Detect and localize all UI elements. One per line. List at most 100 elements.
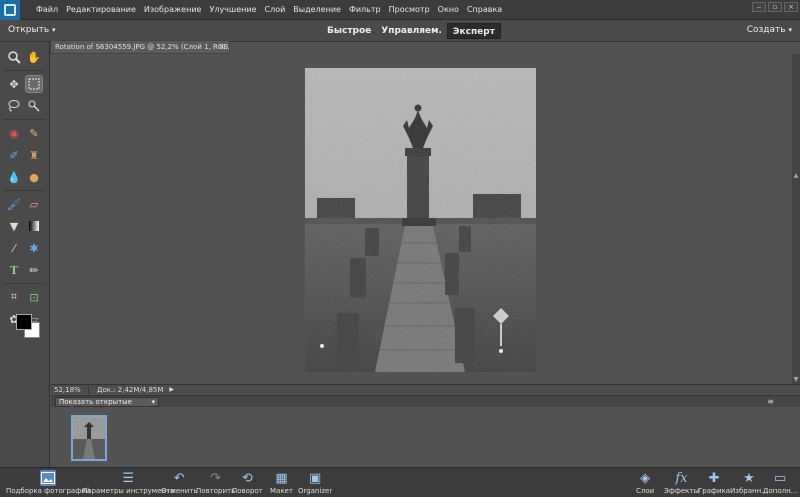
app-logo-icon [0, 0, 20, 20]
menu-select[interactable]: Выделение [289, 5, 345, 14]
color-swatches[interactable] [14, 312, 42, 340]
lasso-tool-icon[interactable] [6, 98, 22, 114]
type-tool-icon[interactable]: T [6, 262, 22, 278]
menu-image[interactable]: Изображение [140, 5, 206, 14]
paint-bucket-icon[interactable]: ▼ [6, 218, 22, 234]
clone-stamp-icon[interactable]: ♜ [26, 147, 42, 163]
menu-file[interactable]: Файл [32, 5, 62, 14]
organizer-icon: ▣ [308, 470, 322, 486]
tools-panel: ✋ ✥ ◉ ✎ ✐ ♜ 💧 ● 🖌 ▱ ▼ ⁄ ✱ T ✏ ⌗ ⊡ ✿ ⏥ [0, 42, 50, 472]
show-open-files-dropdown[interactable]: Показать открытые файлы ▾ [55, 397, 159, 414]
photo-bin-label: Подборка фотографий [6, 487, 91, 495]
eraser-tool-icon[interactable]: ▱ [26, 196, 42, 212]
close-window-button[interactable]: × [784, 2, 798, 12]
more-icon: ▭ [774, 470, 787, 486]
undo-label: Отменить [161, 487, 198, 495]
pencil-tool-icon[interactable]: ✏ [26, 262, 42, 278]
blur-tool-icon[interactable]: 💧 [6, 169, 22, 185]
layers-label: Слои [636, 487, 655, 495]
menu-enhance[interactable]: Улучшение [205, 5, 260, 14]
graphics-button[interactable]: ✚ Графика [698, 470, 731, 496]
menu-help[interactable]: Справка [463, 5, 506, 14]
mode-guided[interactable]: Управляем. [376, 23, 447, 39]
chevron-down-icon: ▾ [788, 26, 792, 34]
document-tab[interactable]: Rotation of S6304559.JPG @ 52,2% (Слой 1… [50, 40, 230, 54]
close-icon[interactable]: × [218, 41, 225, 53]
create-button-label: Создать [746, 25, 786, 35]
rotate-icon: ⟲ [241, 470, 253, 486]
photo-bin-header: Показать открытые файлы ▾ ≡ [51, 395, 800, 414]
open-button[interactable]: Открыть ▾ [8, 25, 56, 35]
menu-layer[interactable]: Слой [261, 5, 290, 14]
crop-tool-icon[interactable]: ⌗ [6, 289, 22, 305]
sponge-tool-icon[interactable]: ● [26, 169, 42, 185]
menu-edit[interactable]: Редактирование [62, 5, 140, 14]
effects-icon: fx [675, 470, 688, 486]
chevron-down-icon: ▾ [151, 398, 155, 406]
organizer-label: Organizer [298, 487, 333, 495]
redo-label: Повторить [196, 487, 236, 495]
red-eye-tool-icon[interactable]: ◉ [6, 125, 22, 141]
effects-label: Эффекты [664, 487, 699, 495]
more-label: Дополн... [763, 487, 798, 495]
rotate-button[interactable]: ⟲ Поворот [232, 470, 263, 496]
document-tab-title: Rotation of S6304559.JPG @ 52,2% (Слой 1… [55, 43, 230, 51]
canvas-area[interactable] [51, 54, 792, 384]
healing-brush-icon[interactable]: ✎ [26, 125, 42, 141]
layout-icon: ▦ [275, 470, 288, 486]
document-size[interactable]: Док.: 2,42M/4,85M [89, 386, 163, 394]
graphics-icon: ✚ [708, 470, 720, 486]
photo-bin [51, 407, 800, 467]
layout-label: Макет [270, 487, 293, 495]
smart-brush-icon[interactable]: ✐ [6, 147, 22, 163]
document-image[interactable] [305, 68, 536, 372]
menu-view[interactable]: Просмотр [385, 5, 434, 14]
menu-window[interactable]: Окно [434, 5, 463, 14]
photo-bin-button[interactable]: Подборка фотографий [6, 470, 90, 495]
zoom-tool-icon[interactable] [6, 49, 22, 65]
menu-bar: Файл Редактирование Изображение Улучшени… [0, 0, 800, 20]
tool-options-icon: ☰ [122, 470, 134, 486]
custom-shape-tool-icon[interactable]: ✱ [26, 240, 42, 256]
undo-icon: ↶ [173, 470, 185, 486]
layout-button[interactable]: ▦ Макет [270, 470, 293, 496]
photo-bin-icon [40, 470, 57, 486]
eyedropper-tool-icon[interactable]: ⁄ [6, 240, 22, 256]
open-file-thumbnail[interactable] [71, 415, 107, 461]
status-menu-icon[interactable]: ▶ [169, 386, 174, 393]
create-button[interactable]: Создать ▾ [747, 25, 792, 35]
mode-quick[interactable]: Быстрое [322, 23, 376, 39]
vertical-scrollbar[interactable]: ▲ ▼ [792, 54, 800, 384]
brush-tool-icon[interactable]: 🖌 [6, 196, 22, 212]
maximize-button[interactable]: ▫ [768, 2, 782, 12]
minimize-button[interactable]: ‒ [752, 2, 766, 12]
move-tool-icon[interactable]: ✥ [6, 76, 22, 92]
gradient-tool-icon[interactable] [26, 218, 42, 234]
chevron-down-icon: ▾ [52, 26, 56, 34]
bin-menu-icon[interactable]: ≡ [767, 397, 774, 406]
menu-filter[interactable]: Фильтр [345, 5, 385, 14]
favorites-icon: ★ [743, 470, 755, 486]
zoom-field[interactable]: 52,18% [51, 385, 89, 394]
layers-button[interactable]: ◈ Слои [636, 470, 655, 496]
status-bar: 52,18% Док.: 2,42M/4,85M ▶ [51, 384, 800, 394]
redo-button[interactable]: ↷ Повторить [196, 470, 236, 496]
effects-button[interactable]: fx Эффекты [664, 470, 699, 496]
rotate-label: Поворот [232, 487, 263, 495]
mode-expert[interactable]: Эксперт [446, 23, 501, 39]
recompose-tool-icon[interactable]: ⊡ [26, 289, 42, 305]
mode-bar: Открыть ▾ Быстрое Управляем. Эксперт Соз… [0, 20, 800, 42]
foreground-color-swatch[interactable] [16, 314, 32, 330]
graphics-label: Графика [698, 487, 731, 495]
scroll-down-icon[interactable]: ▼ [792, 376, 800, 384]
open-button-label: Открыть [8, 25, 50, 35]
more-button[interactable]: ▭ Дополн... [763, 470, 798, 496]
quick-selection-tool-icon[interactable] [26, 98, 42, 114]
scroll-up-icon[interactable]: ▲ [792, 172, 800, 180]
redo-icon: ↷ [210, 470, 222, 486]
undo-button[interactable]: ↶ Отменить [161, 470, 198, 496]
mode-switcher: Быстрое Управляем. Эксперт [322, 23, 501, 39]
marquee-tool-icon[interactable] [25, 75, 43, 93]
hand-tool-icon[interactable]: ✋ [26, 49, 42, 65]
organizer-button[interactable]: ▣ Organizer [298, 470, 333, 496]
